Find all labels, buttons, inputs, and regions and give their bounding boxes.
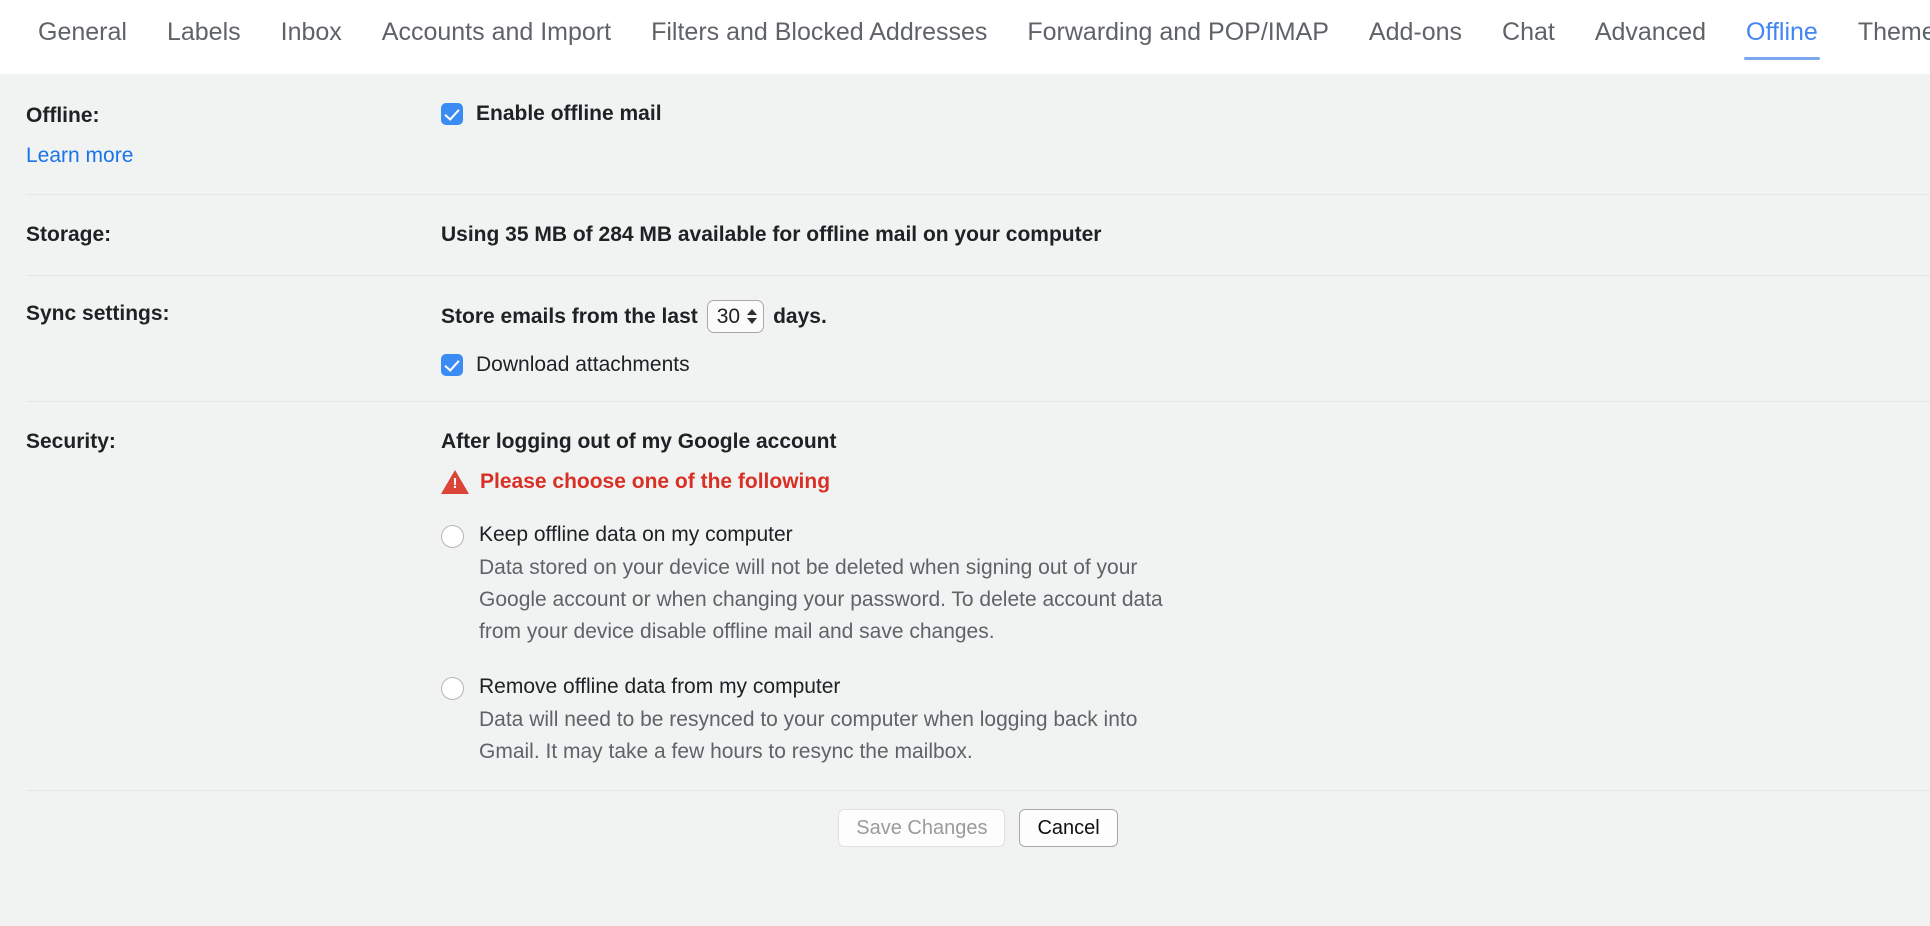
store-emails-suffix-label: days. [773, 304, 827, 328]
sync-settings-section: Sync settings: Store emails from the las… [0, 276, 1930, 401]
tab-forwarding-and-pop-imap[interactable]: Forwarding and POP/IMAP [1007, 0, 1349, 74]
store-emails-row: Store emails from the last 30 days. [441, 300, 1930, 333]
tab-chat[interactable]: Chat [1482, 0, 1575, 74]
learn-more-link[interactable]: Learn more [26, 142, 441, 170]
keep-offline-data-body: Keep offline data on my computer Data st… [479, 520, 1179, 648]
storage-section-label: Storage: [26, 223, 112, 246]
sync-days-stepper[interactable]: 30 [706, 300, 765, 333]
store-emails-prefix-label: Store emails from the last [441, 304, 698, 328]
sync-days-input[interactable]: 30 [717, 305, 740, 329]
remove-offline-data-body: Remove offline data from my computer Dat… [479, 672, 1179, 768]
security-option-remove-offline-data[interactable]: Remove offline data from my computer Dat… [441, 672, 1930, 768]
warning-triangle-icon [441, 470, 469, 494]
security-heading: After logging out of my Google account [441, 430, 837, 453]
spinner-up-icon[interactable] [747, 309, 758, 315]
spinner-down-icon[interactable] [747, 318, 758, 324]
keep-offline-data-title: Keep offline data on my computer [479, 523, 793, 546]
tab-themes[interactable]: Themes [1838, 0, 1930, 74]
security-options-group: Keep offline data on my computer Data st… [441, 520, 1930, 768]
tab-inbox[interactable]: Inbox [261, 0, 362, 74]
offline-section-value: Enable offline mail [441, 102, 1930, 126]
enable-offline-mail-label: Enable offline mail [476, 102, 662, 125]
remove-offline-data-description: Data will need to be resynced to your co… [479, 708, 1138, 763]
offline-label-text: Offline: [26, 104, 100, 127]
storage-section-value: Using 35 MB of 284 MB available for offl… [441, 221, 1930, 249]
remove-offline-data-radio[interactable] [441, 677, 464, 700]
download-attachments-label: Download attachments [476, 353, 690, 376]
keep-offline-data-radio[interactable] [441, 525, 464, 548]
offline-section: Offline: Learn more Enable offline mail [0, 74, 1930, 194]
tab-general[interactable]: General [18, 0, 147, 74]
sync-days-spinner[interactable] [747, 309, 758, 324]
cancel-button[interactable]: Cancel [1019, 809, 1118, 847]
settings-tab-bar: General Labels Inbox Accounts and Import… [0, 0, 1930, 74]
security-warning-text: Please choose one of the following [480, 470, 831, 493]
sync-settings-section-value: Store emails from the last 30 days. Down… [441, 300, 1930, 377]
storage-usage-text: Using 35 MB of 284 MB available for offl… [441, 223, 1102, 246]
remove-offline-data-title: Remove offline data from my computer [479, 675, 841, 698]
tab-offline[interactable]: Offline [1726, 0, 1838, 74]
download-attachments-row[interactable]: Download attachments [441, 353, 1930, 377]
offline-settings-panel: Offline: Learn more Enable offline mail … [0, 74, 1930, 847]
security-option-keep-offline-data[interactable]: Keep offline data on my computer Data st… [441, 520, 1930, 648]
security-section: Security: After logging out of my Google… [0, 402, 1930, 790]
tab-filters-and-blocked-addresses[interactable]: Filters and Blocked Addresses [631, 0, 1007, 74]
enable-offline-mail-row[interactable]: Enable offline mail [441, 102, 1930, 126]
storage-section: Storage: Using 35 MB of 284 MB available… [0, 195, 1930, 275]
tab-labels[interactable]: Labels [147, 0, 261, 74]
enable-offline-mail-checkbox[interactable] [441, 103, 463, 125]
download-attachments-checkbox[interactable] [441, 354, 463, 376]
security-section-value: After logging out of my Google account P… [441, 428, 1930, 768]
security-section-label: Security: [26, 430, 116, 453]
security-warning: Please choose one of the following [441, 470, 1930, 494]
tab-advanced[interactable]: Advanced [1575, 0, 1726, 74]
save-changes-button[interactable]: Save Changes [838, 809, 1006, 847]
settings-footer-actions: Save Changes Cancel [0, 791, 1930, 847]
offline-section-label: Offline: Learn more [26, 102, 441, 170]
sync-settings-section-label: Sync settings: [26, 302, 170, 325]
tab-add-ons[interactable]: Add-ons [1349, 0, 1482, 74]
tab-accounts-and-import[interactable]: Accounts and Import [362, 0, 631, 74]
keep-offline-data-description: Data stored on your device will not be d… [479, 556, 1163, 643]
